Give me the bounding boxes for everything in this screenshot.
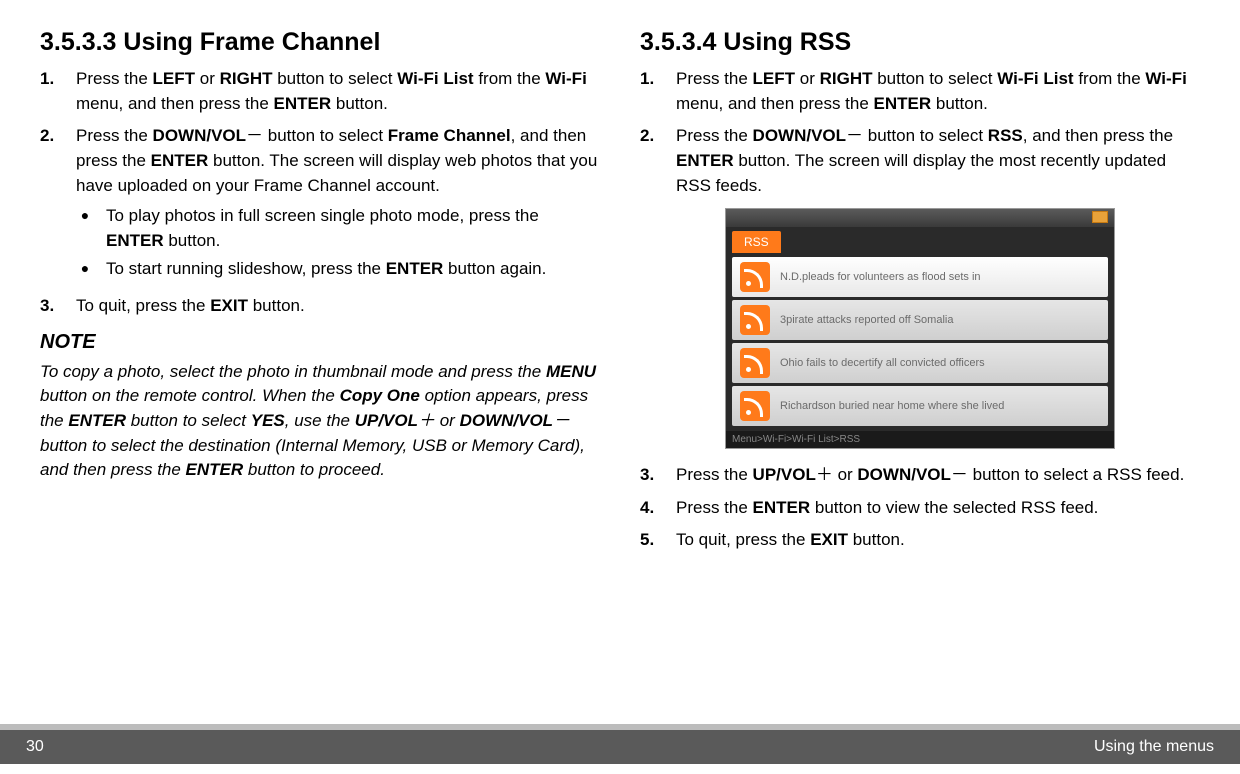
sub-text: To play photos in full screen single pho…: [106, 204, 600, 253]
rss-screenshot: RSS N.D.pleads for volunteers as flood s…: [725, 208, 1115, 449]
bullet-icon: ●: [76, 257, 94, 282]
sub-list: ●To play photos in full screen single ph…: [76, 204, 600, 282]
step-text: To quit, press the EXIT button.: [76, 294, 600, 319]
rss-feed-item: N.D.pleads for volunteers as flood sets …: [732, 257, 1108, 297]
step-number: 1.: [40, 67, 62, 116]
step-number: 3.: [640, 463, 662, 488]
steps-left: 1. Press the LEFT or RIGHT button to sele…: [40, 67, 600, 319]
rss-feed-item: 3pirate attacks reported off Somalia: [732, 300, 1108, 340]
rss-icon: [740, 305, 770, 335]
sub-item: ● To start running slideshow, press the E…: [76, 257, 600, 282]
rss-feed-item: Ohio fails to decertify all convicted of…: [732, 343, 1108, 383]
step-number: 1.: [640, 67, 662, 116]
rss-icon: [740, 391, 770, 421]
rss-feed-item: Richardson buried near home where she li…: [732, 386, 1108, 426]
left-column: 3.5.3.3 Using Frame Channel 1. Press the …: [40, 28, 600, 561]
step-text: Press the LEFT or RIGHT button to select…: [76, 67, 600, 116]
step-item: 4. Press the ENTER button to view the sel…: [640, 496, 1200, 521]
step-text: Press the ENTER button to view the selec…: [676, 496, 1200, 521]
step-text: Press the LEFT or RIGHT button to select…: [676, 67, 1200, 116]
note-heading: NOTE: [40, 331, 600, 354]
step-item: 2.Press the DOWN/VOL－ button to select F…: [40, 124, 600, 286]
sub-item: ●To play photos in full screen single ph…: [76, 204, 600, 253]
rss-breadcrumb: Menu>Wi-Fi>Wi-Fi List>RSS: [726, 431, 1114, 448]
step-item: 1. Press the LEFT or RIGHT button to sele…: [40, 67, 600, 116]
step-number: 5.: [640, 528, 662, 553]
step-item: 3. To quit, press the EXIT button.: [40, 294, 600, 319]
step-text: Press the DOWN/VOL－ button to select Fra…: [76, 124, 600, 286]
rss-titlebar: [726, 209, 1114, 227]
steps-right-a: 1. Press the LEFT or RIGHT button to sele…: [640, 67, 1200, 198]
rss-icon: [740, 262, 770, 292]
step-item: 5. To quit, press the EXIT button.: [640, 528, 1200, 553]
right-column: 3.5.3.4 Using RSS 1. Press the LEFT or RI…: [640, 28, 1200, 561]
step-text: Press the UP/VOL＋ or DOWN/VOL－ button to…: [676, 463, 1200, 488]
rss-feed-title: 3pirate attacks reported off Somalia: [780, 314, 953, 326]
heading-rss: 3.5.3.4 Using RSS: [640, 28, 1200, 57]
sub-text: To start running slideshow, press the EN…: [106, 257, 546, 282]
step-item: 3. Press the UP/VOL＋ or DOWN/VOL－ button …: [640, 463, 1200, 488]
step-number: 2.: [40, 124, 62, 286]
step-item: 2.Press the DOWN/VOL－ button to select R…: [640, 124, 1200, 198]
section-title: Using the menus: [1094, 738, 1214, 756]
rss-feed-title: N.D.pleads for volunteers as flood sets …: [780, 271, 981, 283]
rss-tab: RSS: [732, 231, 781, 253]
page-number: 30: [26, 738, 44, 756]
rss-list: N.D.pleads for volunteers as flood sets …: [726, 253, 1114, 431]
step-text: To quit, press the EXIT button.: [676, 528, 1200, 553]
step-number: 2.: [640, 124, 662, 198]
bullet-icon: ●: [76, 204, 94, 253]
step-number: 3.: [40, 294, 62, 319]
step-text: Press the DOWN/VOL－ button to select RSS…: [676, 124, 1200, 198]
footer-bar: 30 Using the menus: [0, 730, 1240, 764]
rss-feed-title: Richardson buried near home where she li…: [780, 400, 1004, 412]
heading-frame-channel: 3.5.3.3 Using Frame Channel: [40, 28, 600, 57]
steps-right-b: 3. Press the UP/VOL＋ or DOWN/VOL－ button …: [640, 463, 1200, 553]
note-body: To copy a photo, select the photo in thu…: [40, 360, 600, 483]
rss-icon: [740, 348, 770, 378]
calendar-icon: [1092, 211, 1108, 223]
step-number: 4.: [640, 496, 662, 521]
rss-feed-title: Ohio fails to decertify all convicted of…: [780, 357, 985, 369]
step-item: 1. Press the LEFT or RIGHT button to sele…: [640, 67, 1200, 116]
